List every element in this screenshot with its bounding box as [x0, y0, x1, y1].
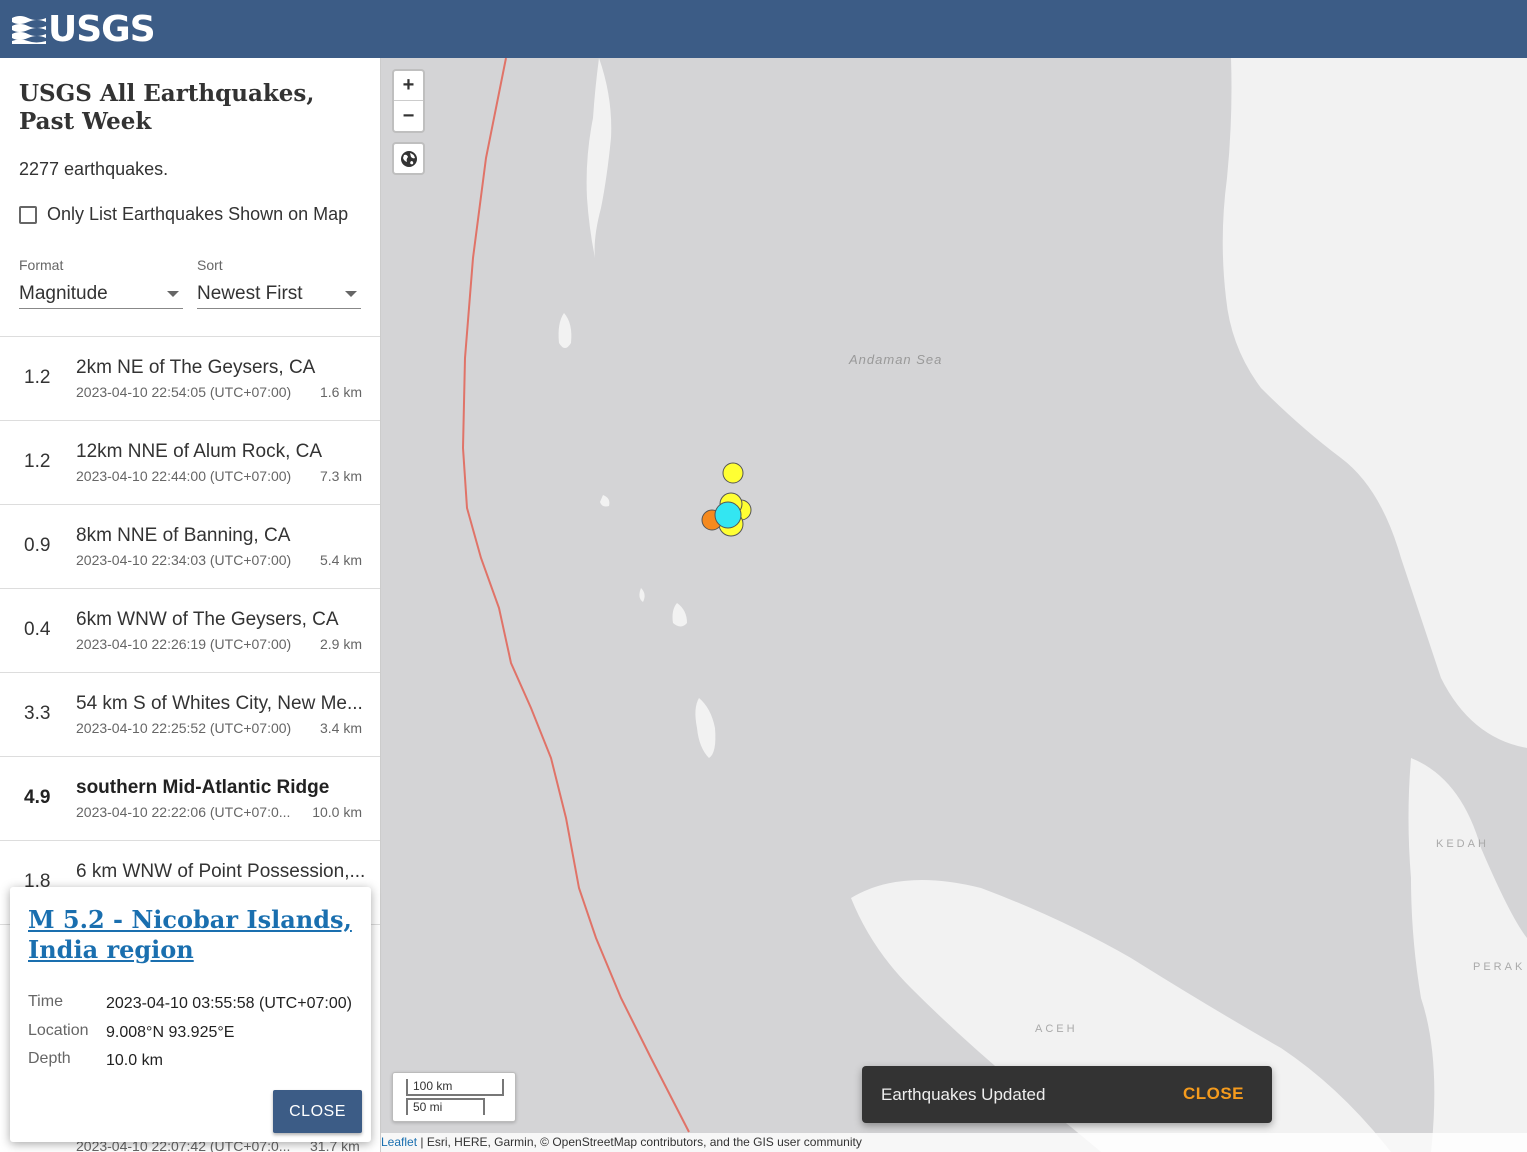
earthquake-row[interactable]: 1.2 2km NE of The Geysers, CA 2023-04-10…: [0, 337, 380, 421]
usgs-wave-icon: [12, 16, 46, 44]
only-list-checkbox[interactable]: [19, 205, 37, 224]
earthquake-count: 2277 earthquakes.: [19, 159, 169, 179]
event-time: 2023-04-10 22:44:00 (UTC+07:00): [76, 468, 292, 484]
feed-title: USGS All Earthquakes, Past Week: [19, 80, 315, 135]
earthquake-marker: [722, 462, 744, 484]
earthquake-row[interactable]: 0.4 6km WNW of The Geysers, CA 2023-04-1…: [0, 589, 380, 673]
dropdown-caret-icon: [167, 290, 179, 297]
mainland-landmass: [1222, 58, 1527, 748]
magnitude: 1.2: [24, 451, 51, 472]
usgs-logo[interactable]: USGS: [12, 8, 156, 50]
magnitude: 1.2: [24, 367, 51, 388]
only-list-toggle[interactable]: Only List Earthquakes Shown on Map: [19, 204, 348, 225]
event-depth: 3.4 km: [319, 720, 362, 736]
logo-text: USGS: [48, 8, 156, 50]
zoom-in-button[interactable]: +: [394, 71, 423, 101]
format-value: Magnitude: [19, 282, 108, 304]
island: [695, 698, 716, 758]
sort-value: Newest First: [197, 282, 303, 304]
earthquake-popup: M 5.2 - Nicobar Islands, India region Ti…: [10, 887, 371, 1142]
format-label: Format: [19, 257, 64, 273]
place: southern Mid-Atlantic Ridge: [76, 777, 330, 798]
time-value: 2023-04-10 03:55:58 (UTC+07:00): [106, 995, 352, 1012]
island: [672, 603, 687, 627]
scale-km: 100 km: [406, 1079, 504, 1096]
event-time: 2023-04-10 22:25:52 (UTC+07:00): [76, 720, 292, 736]
earthquake-marker-selected: [714, 501, 742, 529]
magnitude: 0.4: [24, 619, 51, 640]
magnitude: 3.3: [24, 703, 51, 724]
earthquake-row[interactable]: 3.3 54 km S of Whites City, New Me... 20…: [0, 673, 380, 757]
island: [586, 58, 612, 258]
earthquake-list: 1.2 2km NE of The Geysers, CA 2023-04-10…: [0, 336, 380, 925]
earthquake-row[interactable]: 4.9 southern Mid-Atlantic Ridge 2023-04-…: [0, 757, 380, 841]
format-select-group: Format Magnitude: [19, 257, 183, 309]
depth-value: 10.0 km: [106, 1052, 163, 1069]
place: 8km NNE of Banning, CA: [76, 525, 291, 546]
zoom-out-button[interactable]: −: [394, 101, 423, 131]
place: 6 km WNW of Point Possession,...: [76, 861, 366, 882]
event-time: 2023-04-10 22:26:19 (UTC+07:00): [76, 636, 292, 652]
region-label: ACEH: [1035, 1023, 1078, 1035]
region-label: PERAK: [1473, 961, 1526, 973]
event-depth: 7.3 km: [319, 468, 362, 484]
popup-title-link[interactable]: M 5.2 - Nicobar Islands, India region: [28, 905, 358, 965]
place: 2km NE of The Geysers, CA: [76, 357, 316, 378]
sort-select-group: Sort Newest First: [197, 257, 361, 309]
time-label: Time: [28, 993, 63, 1010]
sort-label: Sort: [197, 257, 223, 273]
scale-bar: 100 km 50 mi: [392, 1072, 516, 1122]
toast-message: Earthquakes Updated: [881, 1085, 1046, 1104]
depth-label: Depth: [28, 1050, 71, 1067]
island: [558, 313, 572, 348]
dropdown-caret-icon: [345, 290, 357, 297]
sort-select[interactable]: Newest First: [197, 279, 361, 309]
sea-label: Andaman Sea: [849, 352, 943, 367]
attribution-text: | Esri, HERE, Garmin, © OpenStreetMap co…: [417, 1135, 862, 1149]
event-time: 2023-04-10 22:22:06 (UTC+07:0...: [76, 804, 291, 820]
earthquake-row[interactable]: 1.2 12km NNE of Alum Rock, CA 2023-04-10…: [0, 421, 380, 505]
location-label: Location: [28, 1022, 89, 1039]
scale-mi: 50 mi: [406, 1098, 485, 1115]
event-depth: 1.6 km: [319, 384, 362, 400]
basemap-button[interactable]: [392, 142, 425, 175]
map-attribution: Leaflet | Esri, HERE, Garmin, © OpenStre…: [381, 1133, 1527, 1152]
zoom-control: + −: [392, 69, 425, 133]
place: 6km WNW of The Geysers, CA: [76, 609, 339, 630]
place: 54 km S of Whites City, New Me...: [76, 693, 363, 714]
magnitude: 4.9: [24, 787, 51, 808]
magnitude: 0.9: [24, 535, 51, 556]
app-header: USGS: [0, 0, 1527, 58]
toast-close-button[interactable]: CLOSE: [1183, 1084, 1244, 1104]
earthquake-row[interactable]: 0.9 8km NNE of Banning, CA 2023-04-10 22…: [0, 505, 380, 589]
event-time: 2023-04-10 22:34:03 (UTC+07:00): [76, 552, 292, 568]
event-depth: 10.0 km: [312, 804, 362, 820]
update-toast: Earthquakes Updated CLOSE: [862, 1066, 1272, 1123]
globe-icon: [400, 150, 417, 167]
popup-close-button[interactable]: CLOSE: [273, 1090, 362, 1133]
plate-boundary: [461, 58, 690, 1133]
place: 12km NNE of Alum Rock, CA: [76, 441, 323, 462]
event-depth: 2.9 km: [319, 636, 362, 652]
region-label: KEDAH: [1436, 838, 1489, 850]
location-value: 9.008°N 93.925°E: [106, 1024, 235, 1041]
event-depth: 5.4 km: [319, 552, 362, 568]
island: [600, 495, 610, 507]
leaflet-link[interactable]: Leaflet: [381, 1135, 417, 1149]
event-time: 2023-04-10 22:54:05 (UTC+07:00): [76, 384, 292, 400]
map[interactable]: + − Andaman Sea KEDAH PERAK ACEH 100 km …: [381, 58, 1527, 1152]
format-select[interactable]: Magnitude: [19, 279, 183, 309]
island: [639, 588, 645, 602]
basemap: [461, 58, 1527, 1152]
only-list-label: Only List Earthquakes Shown on Map: [47, 204, 349, 224]
mainland-landmass: [1408, 758, 1527, 1152]
